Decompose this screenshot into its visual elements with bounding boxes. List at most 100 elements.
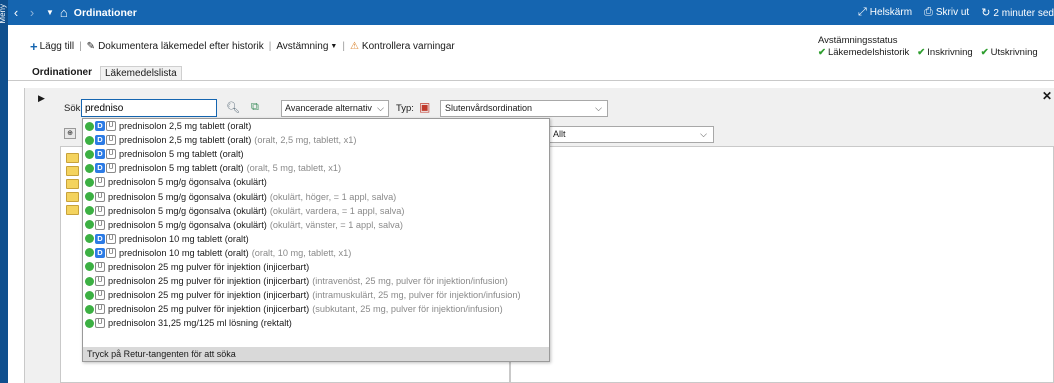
status-title: Avstämningsstatus — [818, 35, 898, 46]
check-icon: ✔ — [917, 47, 926, 58]
suggestion-detail: (oralt, 10 mg, tablett, x1) — [251, 247, 352, 258]
suggestion-item[interactable]: Uprednisolon 5 mg/g ögonsalva (okulärt)(… — [83, 218, 549, 232]
suggestion-item[interactable]: Uprednisolon 25 mg pulver för injektion … — [83, 274, 549, 288]
folder-tree — [66, 153, 79, 218]
status-item[interactable]: ✔ Läkemedelshistorik — [818, 47, 909, 58]
advanced-options-select[interactable]: Avancerade alternativ ⌵ — [281, 100, 389, 117]
printer-icon: ⎙ — [924, 6, 933, 18]
plus-icon: + — [30, 39, 38, 54]
refresh-status[interactable]: ↻ 2 minuter sed — [981, 6, 1054, 19]
side-menu[interactable]: Meny — [0, 0, 8, 383]
suggestion-item[interactable]: D Uprednisolon 10 mg tablett (oralt) (oral… — [83, 246, 549, 260]
status-item[interactable]: ✔ Inskrivning — [917, 47, 972, 58]
divider: | — [342, 41, 345, 52]
status-dot-icon — [85, 135, 94, 145]
suggestion-name: prednisolon 2,5 mg tablett (oralt) — [119, 121, 252, 132]
u-badge-icon: U — [95, 276, 105, 287]
status-dot-icon — [85, 276, 94, 286]
u-badge-icon: U — [95, 261, 105, 272]
u-badge-icon: U — [106, 135, 116, 146]
suggestion-detail: (okulärt, höger, = 1 appl, salva) — [269, 191, 397, 202]
suggestion-item[interactable]: D Uprednisolon 5 mg tablett (oralt) (oralt… — [83, 161, 549, 175]
suggestion-name: prednisolon 5 mg tablett (oralt) — [119, 163, 244, 174]
u-badge-icon: U — [106, 121, 116, 132]
suggestion-item[interactable]: D Uprednisolon 10 mg tablett (oralt) — [83, 232, 549, 246]
fullscreen-button[interactable]: ⤢ Helskärm — [858, 6, 912, 19]
check-icon: ✔ — [980, 47, 989, 58]
tab-lakemedelslista[interactable]: Läkemedelslista — [100, 66, 182, 80]
suggestion-name: prednisolon 5 mg tablett (oralt) — [119, 149, 244, 160]
d-badge-icon: D — [95, 121, 105, 132]
caret-down-icon[interactable]: ▼ — [330, 43, 337, 50]
suggestion-item[interactable]: Uprednisolon 31,25 mg/125 ml lösning (re… — [83, 316, 549, 330]
u-badge-icon: U — [95, 219, 105, 230]
forward-icon[interactable]: › — [24, 5, 40, 20]
suggestion-name: prednisolon 10 mg tablett (oralt) — [119, 233, 249, 244]
suggestion-detail: (okulärt, vardera, = 1 appl, salva) — [269, 205, 405, 216]
document-history-button[interactable]: Dokumentera läkemedel efter historik — [98, 41, 264, 52]
print-button[interactable]: ⎙ Skriv ut — [924, 6, 969, 19]
suggestion-item[interactable]: Uprednisolon 25 mg pulver för injektion … — [83, 288, 549, 302]
type-label: Typ: — [396, 103, 414, 114]
add-button[interactable]: Lägg till — [40, 41, 74, 52]
suggestion-item[interactable]: Uprednisolon 25 mg pulver för injektion … — [83, 302, 549, 316]
expand-icon: ⤢ — [857, 6, 867, 18]
back-icon[interactable]: ‹ — [8, 5, 24, 20]
home-icon[interactable]: ⌂ — [60, 5, 68, 20]
folder-icon[interactable] — [66, 153, 79, 163]
status-dot-icon — [85, 121, 94, 131]
folder-icon[interactable] — [66, 166, 79, 176]
status-dot-icon — [85, 220, 94, 230]
suggestion-name: prednisolon 25 mg pulver för injektion (… — [108, 290, 310, 301]
chevron-down-icon: ⌵ — [700, 129, 707, 139]
u-badge-icon: U — [95, 205, 105, 216]
status-dot-icon — [85, 206, 94, 216]
status-dot-icon — [85, 177, 94, 187]
folder-icon[interactable] — [66, 205, 79, 215]
chevron-down-icon: ⌵ — [595, 103, 602, 113]
suggestions-footer: Tryck på Retur-tangenten för att söka — [83, 347, 549, 361]
search-icon[interactable]: 🔍︎ — [226, 101, 240, 114]
suggestion-item[interactable]: Uprednisolon 5 mg/g ögonsalva (okulärt)(… — [83, 204, 549, 218]
type-select[interactable]: Slutenvårdsordination ⌵ — [440, 100, 608, 117]
fullscreen-label: Helskärm — [869, 7, 913, 18]
d-badge-icon: D — [95, 149, 105, 160]
suggestion-detail: (oralt, 5 mg, tablett, x1) — [246, 163, 342, 174]
status-label: Läkemedelshistorik — [827, 47, 910, 58]
suggestion-item[interactable]: Uprednisolon 5 mg/g ögonsalva (okulärt)(… — [83, 189, 549, 203]
expand-toggle-icon[interactable]: ⊕ — [64, 128, 76, 139]
suggestion-item[interactable]: D Uprednisolon 5 mg tablett (oralt) — [83, 147, 549, 161]
tab-bar: Ordinationer Läkemedelslista — [8, 65, 1054, 81]
warning-icon: ⚠ — [349, 41, 359, 52]
suggestion-list: D Uprednisolon 2,5 mg tablett (oralt) D Upr… — [83, 119, 549, 330]
suggestion-item[interactable]: D Uprednisolon 2,5 mg tablett (oralt) — [83, 119, 549, 133]
filter-select[interactable]: Allt ⌵ — [548, 126, 714, 143]
d-badge-icon: D — [95, 135, 105, 146]
chevron-down-icon[interactable]: ▼ — [46, 8, 54, 17]
filter-icon[interactable]: ⧉ — [251, 101, 259, 114]
close-icon[interactable]: ✕ — [1042, 89, 1052, 103]
reconcile-menu[interactable]: Avstämning — [276, 41, 328, 52]
toolbar: + Lägg till | ✎ Dokumentera läkemedel ef… — [8, 25, 1054, 65]
d-badge-icon: D — [95, 247, 105, 258]
suggestion-item[interactable]: Uprednisolon 25 mg pulver för injektion … — [83, 260, 549, 274]
status-item[interactable]: ✔ Utskrivning — [981, 47, 1038, 58]
divider: | — [268, 41, 272, 52]
suggestion-name: prednisolon 5 mg/g ögonsalva (okulärt) — [108, 191, 267, 202]
status-dot-icon — [85, 248, 94, 258]
u-badge-icon: U — [95, 177, 105, 188]
u-badge-icon: U — [95, 318, 105, 329]
suggestion-item[interactable]: D Uprednisolon 2,5 mg tablett (oralt) (ora… — [83, 133, 549, 147]
divider: | — [79, 41, 82, 52]
status-dot-icon — [85, 163, 94, 173]
page-title: Ordinationer — [73, 6, 137, 19]
tab-ordinationer[interactable]: Ordinationer — [28, 66, 96, 79]
search-suggestions: D Uprednisolon 2,5 mg tablett (oralt) D Upr… — [82, 118, 550, 362]
suggestion-item[interactable]: Uprednisolon 5 mg/g ögonsalva (okulärt) — [83, 175, 549, 189]
folder-icon[interactable] — [66, 192, 79, 202]
folder-icon[interactable] — [66, 179, 79, 189]
status-label: Inskrivning — [927, 47, 973, 58]
search-input[interactable] — [81, 99, 217, 117]
collapse-arrow-icon[interactable]: ▶ — [38, 93, 45, 104]
check-warnings-button[interactable]: Kontrollera varningar — [362, 41, 455, 52]
